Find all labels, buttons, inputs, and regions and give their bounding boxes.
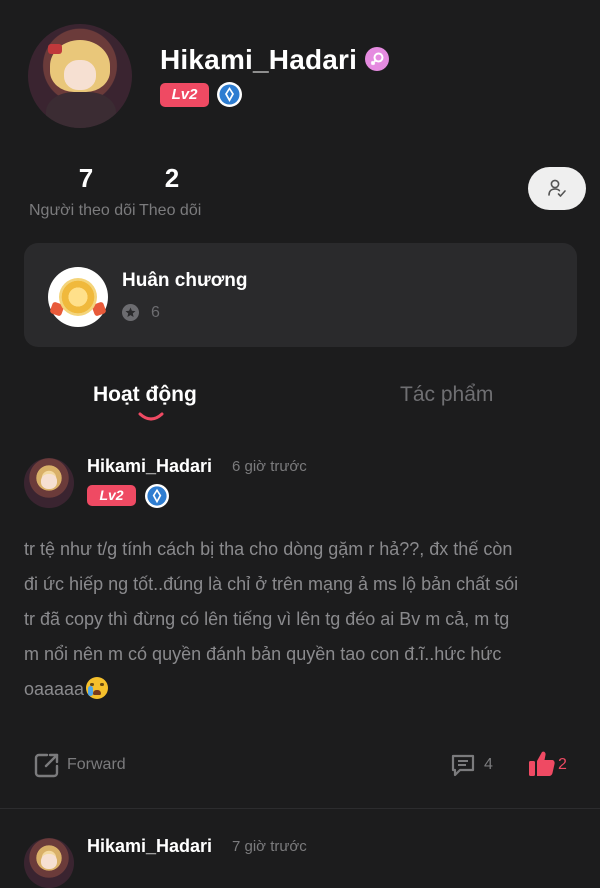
followers-count[interactable]: 7	[70, 163, 102, 194]
comment-count[interactable]: 4	[484, 756, 493, 774]
profile-avatar[interactable]	[28, 24, 132, 128]
post-line: tr đã copy thì đừng có lên tiếng vì lên …	[24, 609, 510, 629]
like-count[interactable]: 2	[558, 756, 567, 774]
following-label[interactable]: Theo dõi	[139, 202, 201, 220]
followers-label[interactable]: Người theo dõi	[29, 202, 136, 220]
comment-icon[interactable]	[449, 751, 477, 779]
tab-activity[interactable]: Hoạt động	[93, 383, 197, 407]
avatar-bow	[48, 44, 62, 54]
shield-icon	[217, 82, 242, 107]
forward-icon[interactable]	[33, 751, 61, 779]
post-body[interactable]: tr tệ như t/g tính cách bị tha cho dòng …	[24, 532, 572, 707]
thumbs-up-icon[interactable]	[527, 749, 557, 779]
tab-active-indicator	[138, 412, 164, 421]
tab-works[interactable]: Tác phẩm	[400, 383, 493, 407]
post-line: tr tệ như t/g tính cách bị tha cho dòng …	[24, 539, 513, 559]
medal-icon	[48, 267, 108, 327]
forward-button[interactable]: Forward	[67, 756, 126, 774]
medal-title: Huân chương	[122, 270, 248, 291]
shield-icon	[145, 484, 169, 508]
medal-count: 6	[151, 304, 160, 321]
post-author-avatar[interactable]	[24, 458, 74, 508]
add-user-icon	[548, 179, 566, 197]
avatar-body	[46, 92, 116, 128]
follow-button[interactable]	[528, 167, 586, 210]
star-icon	[122, 304, 139, 321]
profile-username: Hikami_Hadari	[160, 44, 358, 75]
medal-card[interactable]: Huân chương 6	[24, 243, 577, 347]
level-badge: Lv2	[160, 83, 209, 107]
post-line: m nổi nên m có quyền đánh bản quyền tao …	[24, 644, 502, 664]
post-last-line: oaaaaa	[24, 672, 572, 707]
post-level-badge: Lv2	[87, 485, 136, 506]
post-author-name[interactable]: Hikami_Hadari	[87, 456, 212, 477]
post-line: đi ức hiếp ng tốt..đúng là chỉ ở trên mạ…	[24, 574, 519, 594]
post-timestamp: 7 giờ trước	[232, 838, 307, 855]
post-divider	[0, 808, 600, 809]
post-author-avatar[interactable]	[24, 838, 74, 888]
following-count[interactable]: 2	[156, 163, 188, 194]
crying-face-icon	[86, 677, 109, 699]
post-line: oaaaaa	[24, 679, 85, 699]
female-icon	[365, 47, 389, 71]
avatar-face	[64, 60, 96, 90]
post-timestamp: 6 giờ trước	[232, 458, 307, 475]
